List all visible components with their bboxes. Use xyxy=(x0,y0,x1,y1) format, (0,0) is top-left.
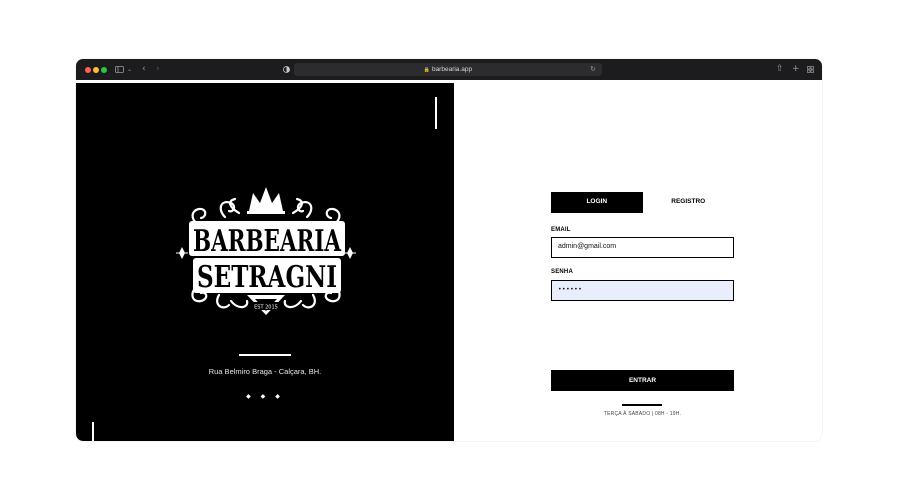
forward-icon[interactable]: › xyxy=(156,63,160,76)
logo-line-1: BARBEARIA xyxy=(193,224,342,259)
share-icon[interactable]: ⇧ xyxy=(776,63,784,76)
back-icon[interactable]: ‹ xyxy=(142,63,146,76)
diamond-ornament-icon: ◆ ◆ ◆ xyxy=(246,393,284,400)
opening-hours: TERÇA À SÁBADO | 08H - 19H. xyxy=(603,411,682,417)
password-label: SENHA xyxy=(551,269,574,275)
entrar-button[interactable]: ENTRAR xyxy=(551,370,734,391)
email-field[interactable]: admin@gmail.com xyxy=(551,237,734,258)
auth-tabs: LOGIN REGISTRO xyxy=(551,192,734,213)
brand-panel: BARBEARIA SETRAGNI EST 2015 Rua Belmiro … xyxy=(76,83,454,441)
address-text: Rua Belmiro Braga - Calçara, BH. xyxy=(208,367,322,376)
barbearia-logo: BARBEARIA SETRAGNI EST 2015 xyxy=(176,187,356,315)
zoom-window-button[interactable] xyxy=(101,66,107,73)
address-divider xyxy=(239,354,291,356)
close-window-button[interactable] xyxy=(85,66,91,73)
tab-registro[interactable]: REGISTRO xyxy=(642,192,734,213)
logo-est: EST 2015 xyxy=(254,305,278,311)
url-text: barbearia.app xyxy=(431,66,473,73)
privacy-shield-icon[interactable] xyxy=(283,63,290,78)
chevron-down-icon[interactable]: ⌄ xyxy=(127,63,132,76)
browser-window: ⌄ ‹ › 🔒 barbearia.app ↻ ⇧ + BARBEARIA SE… xyxy=(76,59,822,441)
plus-icon[interactable]: + xyxy=(792,63,800,76)
address-bar[interactable]: 🔒 barbearia.app ↻ xyxy=(294,63,602,76)
logo-line-2: SETRAGNI xyxy=(197,260,337,295)
hours-divider xyxy=(622,404,662,406)
password-field[interactable]: •••••• xyxy=(551,280,734,301)
browser-toolbar: ⌄ ‹ › 🔒 barbearia.app ↻ ⇧ + xyxy=(76,59,822,80)
lock-icon: 🔒 xyxy=(423,67,431,73)
decorative-line-bottom xyxy=(92,422,94,441)
minimize-window-button[interactable] xyxy=(93,66,99,73)
email-label: EMAIL xyxy=(551,227,571,233)
tab-login[interactable]: LOGIN xyxy=(551,192,643,213)
reload-icon[interactable]: ↻ xyxy=(590,63,596,76)
decorative-line-top xyxy=(435,97,437,129)
sidebar-icon[interactable] xyxy=(115,63,124,78)
tabs-grid-icon[interactable] xyxy=(807,63,814,78)
